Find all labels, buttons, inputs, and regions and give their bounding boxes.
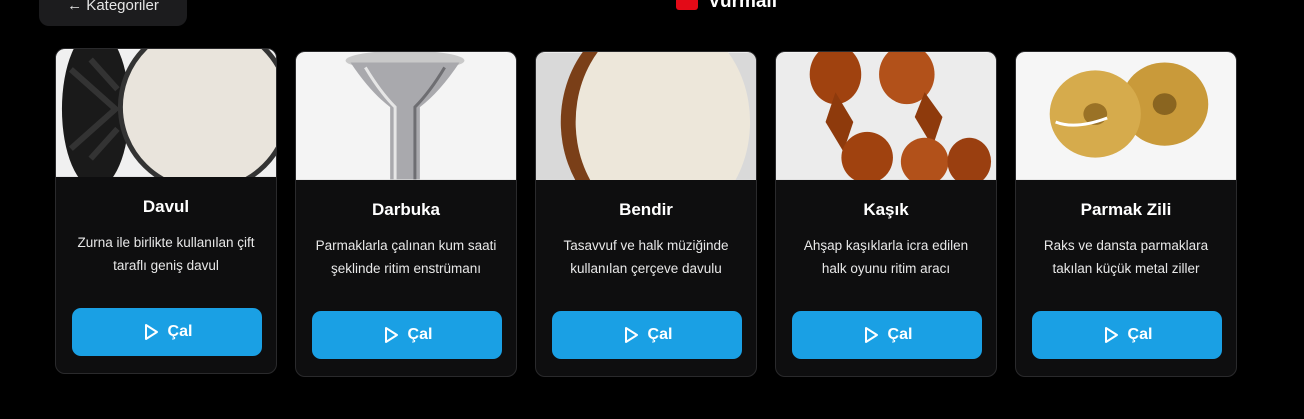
finger-cymbals-icon — [1016, 52, 1236, 180]
instrument-card-bendir: Bendir Tasavvuf ve halk müziğinde kullan… — [535, 51, 757, 377]
card-description: Ahşap kaşıklarla icra edilen halk oyunu … — [803, 238, 969, 276]
davul-image — [56, 49, 276, 177]
card-title: Davul — [142, 197, 190, 216]
play-icon — [624, 327, 638, 343]
darbuka-image — [296, 52, 516, 180]
play-button-parmak-zili[interactable]: Çal — [1032, 311, 1222, 359]
parmak-zili-image — [1016, 52, 1236, 180]
play-button-bendir[interactable]: Çal — [552, 311, 742, 359]
play-button-darbuka[interactable]: Çal — [312, 311, 502, 359]
card-title: Kaşık — [863, 200, 909, 219]
spoons-icon — [776, 52, 996, 180]
card-title: Parmak Zili — [1080, 200, 1172, 219]
bendir-image — [536, 52, 756, 180]
play-button-davul[interactable]: Çal — [72, 308, 262, 356]
play-label: Çal — [1127, 326, 1153, 343]
card-title: Bendir — [619, 200, 673, 219]
play-icon — [864, 327, 878, 343]
play-label: Çal — [167, 323, 193, 340]
kasik-image — [776, 52, 996, 180]
card-description: Parmaklarla çalınan kum saati şeklinde r… — [315, 238, 497, 276]
page-title-text: Vurmalı — [708, 0, 777, 12]
card-title: Darbuka — [371, 200, 441, 219]
card-description: Tasavvuf ve halk müziğinde kullanılan çe… — [563, 238, 729, 276]
play-icon — [1104, 327, 1118, 343]
card-description: Zurna ile birlikte kullanılan çift taraf… — [77, 235, 255, 273]
bendir-icon — [536, 52, 756, 180]
play-button-kasik[interactable]: Çal — [792, 311, 982, 359]
play-label: Çal — [887, 326, 913, 343]
play-icon — [144, 324, 158, 340]
instrument-card-davul: Davul Zurna ile birlikte kullanılan çift… — [55, 48, 277, 374]
instrument-card-darbuka: Darbuka Parmaklarla çalınan kum saati şe… — [295, 51, 517, 377]
play-label: Çal — [647, 326, 673, 343]
back-to-categories-button[interactable]: ← Kategoriler — [39, 0, 187, 26]
card-description: Raks ve dansta parmaklara takılan küçük … — [1043, 238, 1209, 276]
play-icon — [384, 327, 398, 343]
darbuka-icon — [296, 52, 516, 180]
page-title: Vurmalı — [676, 0, 777, 14]
turkey-flag-icon — [676, 0, 698, 10]
play-label: Çal — [407, 326, 433, 343]
instrument-card-parmak-zili: Parmak Zili Raks ve dansta parmaklara ta… — [1015, 51, 1237, 377]
instrument-card-kasik: Kaşık Ahşap kaşıklarla icra edilen halk … — [775, 51, 997, 377]
davul-icon — [56, 49, 276, 177]
